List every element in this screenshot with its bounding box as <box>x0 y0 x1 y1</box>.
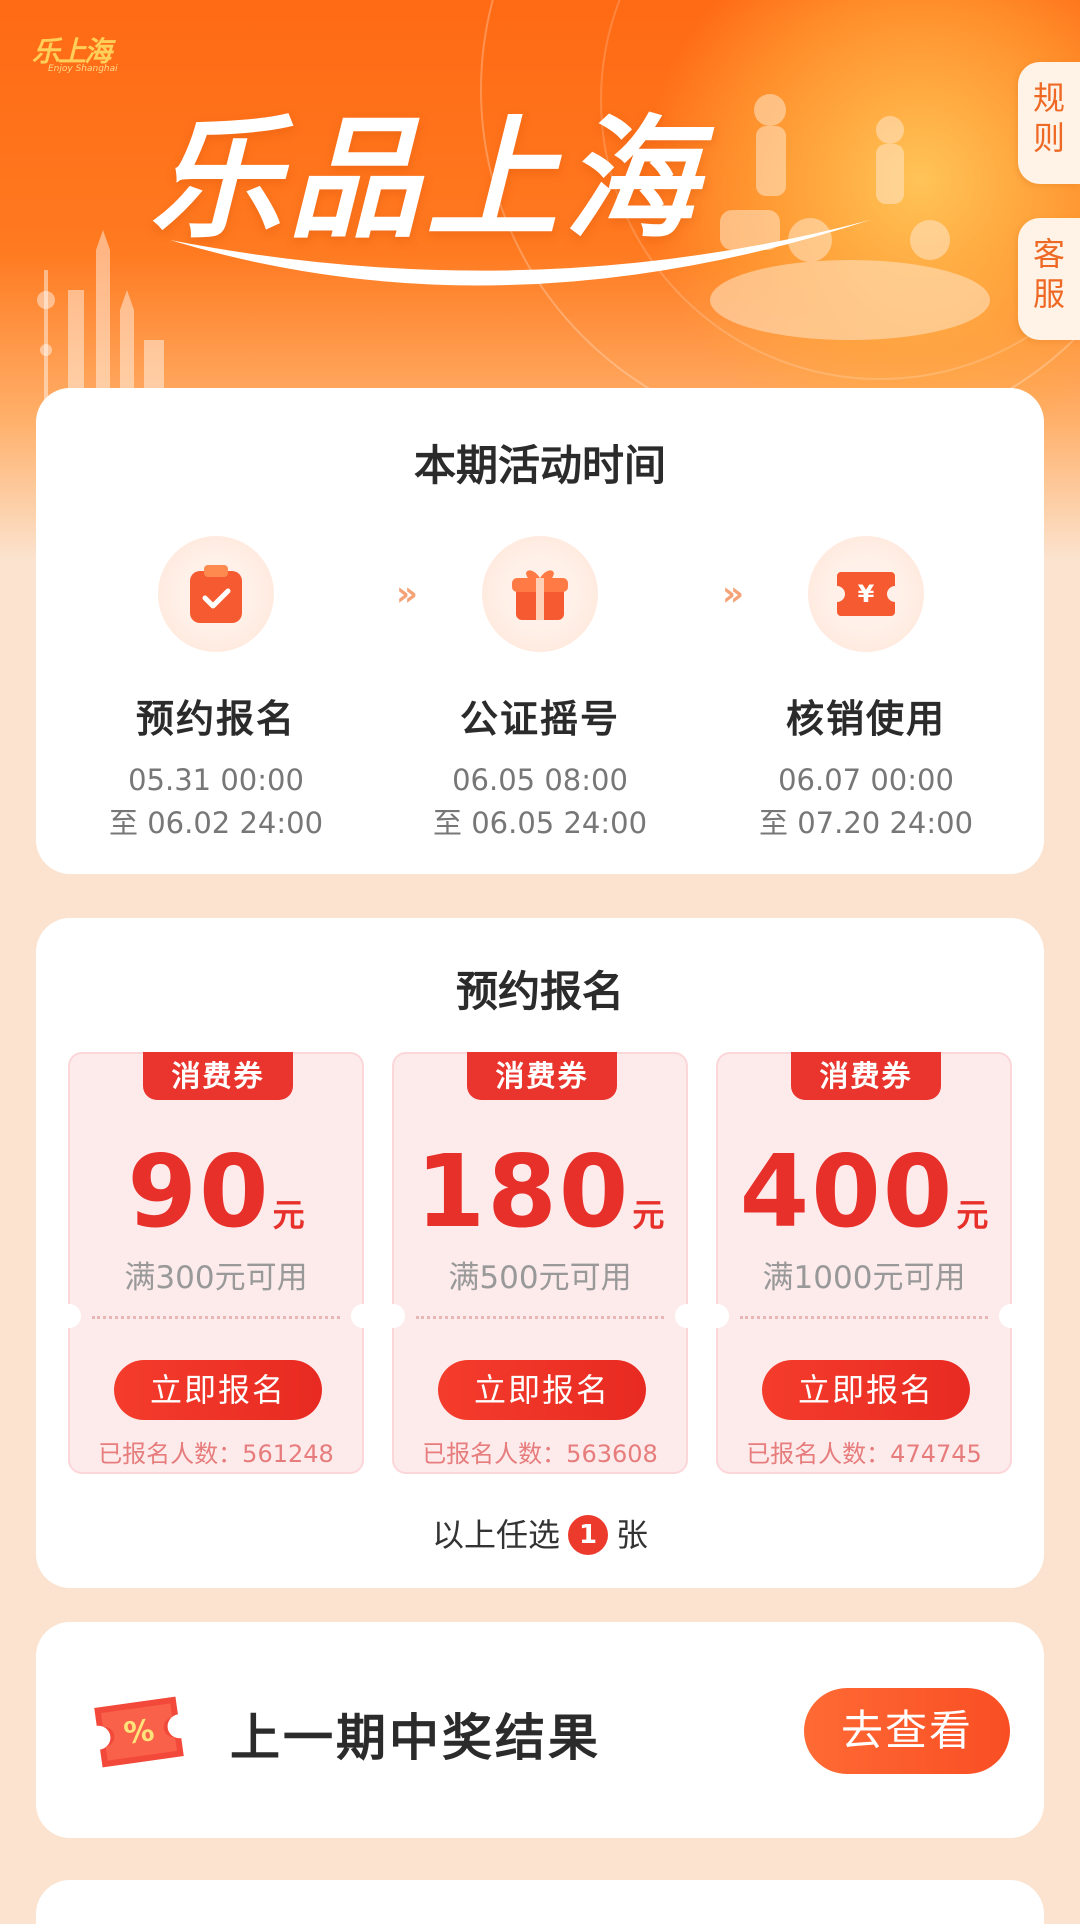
step-redeem: ¥ 核销使用 06.07 00:00 至 07.20 24:00 <box>706 536 1026 845</box>
step-end-time: 至 07.20 24:00 <box>758 806 974 840</box>
coupon-condition: 满300元可用 <box>124 1260 308 1296</box>
step-time: 06.05 08:00 至 06.05 24:00 <box>380 759 700 845</box>
coupon-unit: 元 <box>632 1196 665 1234</box>
step-start-time: 05.31 00:00 <box>128 763 304 797</box>
registered-count: 已报名人数：563608 <box>422 1440 658 1468</box>
step-start-time: 06.05 08:00 <box>452 763 628 797</box>
customer-service-tab[interactable]: 客服 <box>1018 218 1080 340</box>
previous-results-label: 上一期中奖结果 <box>230 1709 601 1767</box>
register-now-button[interactable]: 立即报名 <box>762 1360 970 1420</box>
coupon-notch <box>57 1304 81 1328</box>
coupon-yen-icon: ¥ <box>837 572 895 616</box>
coupon-value: 400 <box>739 1133 955 1250</box>
coupon-notch <box>675 1304 699 1328</box>
coupon-value: 90 <box>127 1133 271 1250</box>
register-now-button[interactable]: 立即报名 <box>114 1360 322 1420</box>
next-card <box>36 1880 1044 1924</box>
coupon-divider <box>740 1316 988 1319</box>
coupon-notch <box>381 1304 405 1328</box>
activity-time-title: 本期活动时间 <box>397 432 695 495</box>
coupon-card: 消费券 180元 满500元可用 立即报名 已报名人数：563608 <box>381 1052 699 1474</box>
coupon-tag: 消费券 <box>791 1052 941 1100</box>
previous-results-title: 上一期中奖结果 <box>218 1698 625 1776</box>
clipboard-check-icon <box>190 565 242 623</box>
pick-note-suffix: 张 <box>616 1516 649 1554</box>
activity-steps: 预约报名 05.31 00:00 至 06.02 24:00 » 公证摇号 06… <box>36 536 1044 840</box>
coupon-unit: 元 <box>956 1196 989 1234</box>
coupon-divider <box>416 1316 664 1319</box>
coupon-divider <box>92 1316 340 1319</box>
step-lottery: 公证摇号 06.05 08:00 至 06.05 24:00 <box>380 536 700 845</box>
discount-ticket-icon: % <box>94 1696 184 1768</box>
coupon-notch <box>999 1304 1023 1328</box>
coupon-card: 消费券 400元 满1000元可用 立即报名 已报名人数：474745 <box>705 1052 1023 1474</box>
pick-one-note: 以上任选 1 张 <box>36 1510 1044 1556</box>
coupon-tag: 消费券 <box>467 1052 617 1100</box>
pick-count-badge: 1 <box>568 1515 608 1555</box>
step-end-time: 至 06.02 24:00 <box>108 806 324 840</box>
activity-time-card: 本期活动时间 预约报名 05.31 00:00 至 06.02 24:00 » <box>36 388 1044 874</box>
register-now-button[interactable]: 立即报名 <box>438 1360 646 1420</box>
step-register: 预约报名 05.31 00:00 至 06.02 24:00 <box>56 536 376 845</box>
pick-note-prefix: 以上任选 <box>431 1516 560 1554</box>
coupon-value: 180 <box>415 1133 631 1250</box>
coupon-unit: 元 <box>272 1196 305 1234</box>
step-time: 06.07 00:00 至 07.20 24:00 <box>706 759 1026 845</box>
coupon-condition: 满500元可用 <box>448 1260 632 1296</box>
step-end-time: 至 06.05 24:00 <box>432 806 648 840</box>
ticket-percent-text: % <box>122 1713 157 1752</box>
coupon-amount: 180元 <box>394 1140 686 1244</box>
step-name: 公证摇号 <box>459 697 620 741</box>
step-time: 05.31 00:00 至 06.02 24:00 <box>56 759 376 845</box>
previous-results-card: % 上一期中奖结果 去查看 <box>36 1622 1044 1838</box>
brand-subtitle: Enjoy Shanghai <box>48 64 118 74</box>
svg-text:¥: ¥ <box>858 580 875 608</box>
registered-count: 已报名人数：561248 <box>98 1440 334 1468</box>
coupon-card: 消费券 90元 满300元可用 立即报名 已报名人数：561248 <box>57 1052 375 1474</box>
step-name: 预约报名 <box>135 697 296 741</box>
coupon-tag: 消费券 <box>143 1052 293 1100</box>
coupon-notch <box>351 1304 375 1328</box>
view-results-button[interactable]: 去查看 <box>804 1688 1010 1774</box>
coupon-amount: 400元 <box>718 1140 1010 1244</box>
step-start-time: 06.07 00:00 <box>778 763 954 797</box>
coupon-condition: 满1000元可用 <box>762 1260 966 1296</box>
registered-count: 已报名人数：474745 <box>746 1440 982 1468</box>
step-name: 核销使用 <box>785 697 946 741</box>
hero-swoosh <box>170 220 870 286</box>
gift-icon <box>512 570 568 620</box>
registration-title: 预约报名 <box>439 958 653 1021</box>
coupon-amount: 90元 <box>70 1140 362 1244</box>
rules-tab[interactable]: 规则 <box>1018 62 1080 184</box>
coupon-notch <box>705 1304 729 1328</box>
registration-card: 预约报名 消费券 90元 满300元可用 立即报名 已报名人数：561248 消… <box>36 918 1044 1588</box>
